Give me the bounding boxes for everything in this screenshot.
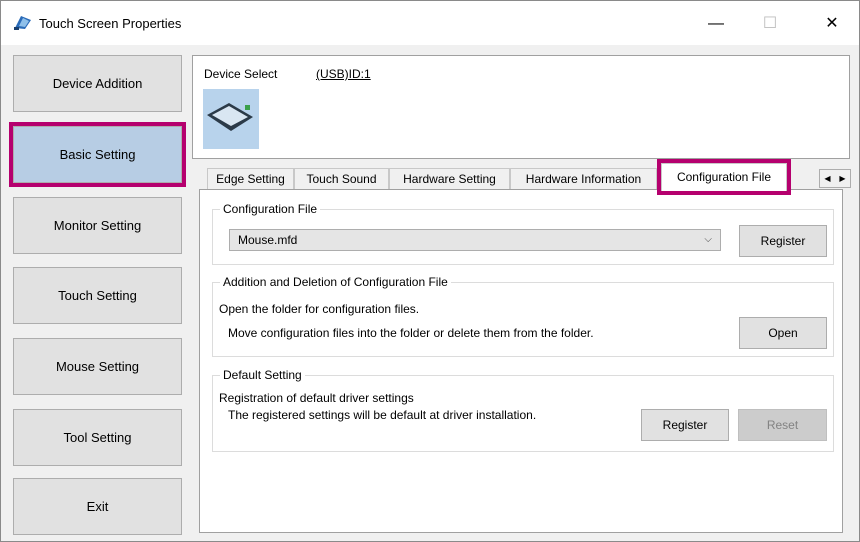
dropdown-value: Mouse.mfd <box>238 233 298 247</box>
nav-label: Touch Setting <box>58 288 137 303</box>
open-folder-button[interactable]: Open <box>739 317 827 349</box>
tab-hardware-setting[interactable]: Hardware Setting <box>389 168 510 190</box>
reset-default-button[interactable]: Reset <box>738 409 827 441</box>
group-title: Configuration File <box>220 202 321 216</box>
tab-scroll-right-icon[interactable]: ▶ <box>835 170 850 187</box>
nav-mouse-setting-button[interactable]: Mouse Setting <box>13 338 182 395</box>
register-configuration-button[interactable]: Register <box>739 225 827 257</box>
tab-scroll-left-icon[interactable]: ◀ <box>820 170 835 187</box>
device-select-panel: Device Select (USB)ID:1 <box>192 55 850 159</box>
device-thumbnail[interactable] <box>203 89 259 149</box>
minimize-button[interactable]: — <box>693 9 739 39</box>
touch-screen-properties-window: Touch Screen Properties — ☐ ✕ Device Add… <box>0 0 860 542</box>
nav-label: Mouse Setting <box>55 359 140 374</box>
tab-configuration-file[interactable]: Configuration File <box>657 159 791 195</box>
title-bar: Touch Screen Properties — ☐ ✕ <box>1 1 859 45</box>
chevron-down-icon: ⌵ <box>704 234 712 245</box>
nav-label: Basic Setting <box>59 147 136 162</box>
group-title: Addition and Deletion of Configuration F… <box>220 275 451 289</box>
tab-touch-sound[interactable]: Touch Sound <box>294 168 389 190</box>
maximize-button[interactable]: ☐ <box>747 9 793 39</box>
group-title: Default Setting <box>220 368 305 382</box>
nav-label: Device Addition <box>52 76 143 91</box>
window-title: Touch Screen Properties <box>39 16 182 31</box>
nav-tool-setting-button[interactable]: Tool Setting <box>13 409 182 466</box>
nav-basic-setting-button[interactable]: Basic Setting <box>9 122 186 187</box>
nav-label: Exit <box>86 499 109 514</box>
touch-screen-app-icon <box>14 16 31 30</box>
nav-label: Monitor Setting <box>53 218 142 233</box>
default-installation-text: The registered settings will be default … <box>228 408 537 422</box>
tab-scroll-buttons: ◀ ▶ <box>819 169 851 188</box>
nav-device-addition-button[interactable]: Device Addition <box>13 55 182 112</box>
configuration-file-dropdown[interactable]: Mouse.mfd ⌵ <box>229 229 721 251</box>
register-default-button[interactable]: Register <box>641 409 729 441</box>
move-files-text: Move configuration files into the folder… <box>228 326 594 340</box>
device-select-link[interactable]: (USB)ID:1 <box>316 67 371 81</box>
device-select-label: Device Select <box>204 67 278 81</box>
nav-exit-button[interactable]: Exit <box>13 478 182 535</box>
default-registration-text: Registration of default driver settings <box>219 391 414 405</box>
nav-monitor-setting-button[interactable]: Monitor Setting <box>13 197 182 254</box>
close-button[interactable]: ✕ <box>809 9 855 39</box>
tab-hardware-information[interactable]: Hardware Information <box>510 168 657 190</box>
touch-panel-icon <box>207 103 253 131</box>
nav-touch-setting-button[interactable]: Touch Setting <box>13 267 182 324</box>
open-folder-text: Open the folder for configuration files. <box>219 302 420 316</box>
nav-label: Tool Setting <box>63 430 132 445</box>
tab-edge-setting[interactable]: Edge Setting <box>207 168 294 190</box>
